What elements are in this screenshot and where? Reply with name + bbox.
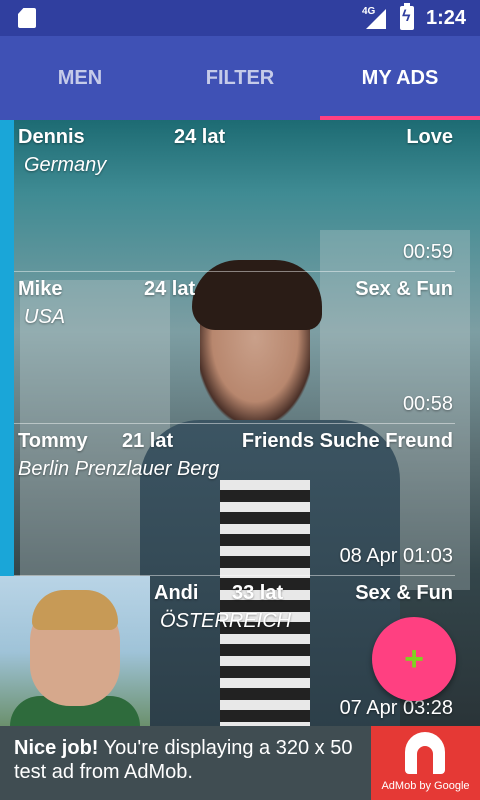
ad-category: Friends Suche Freund xyxy=(241,430,453,452)
status-bar: 4G 1:24 xyxy=(0,0,480,36)
battery-icon xyxy=(400,3,414,30)
tab-filter[interactable]: FILTER xyxy=(160,36,320,120)
ad-time: 07 Apr 03:28 xyxy=(339,697,453,719)
ad-row[interactable]: Tommy 21 lat Friends Suche Freund Berlin… xyxy=(0,424,455,576)
admob-logo-label: AdMob by Google xyxy=(381,780,470,792)
ad-category: Love xyxy=(406,126,453,148)
admob-icon xyxy=(405,732,445,774)
plus-icon: + xyxy=(404,639,424,678)
row-accent-bar xyxy=(0,272,14,424)
avatar xyxy=(0,576,150,726)
ad-name: Mike xyxy=(18,278,63,300)
ad-location: USA xyxy=(24,306,66,328)
network-type: 4G xyxy=(362,6,376,17)
ad-location: Berlin Prenzlauer Berg xyxy=(18,458,220,480)
ad-row[interactable]: Dennis 24 lat Love Germany 00:59 xyxy=(0,120,455,272)
add-ad-button[interactable]: + xyxy=(372,617,456,701)
ad-name: Andi xyxy=(154,582,199,604)
row-accent-bar xyxy=(0,120,14,272)
tab-men[interactable]: MEN xyxy=(0,36,160,120)
avatar-hair xyxy=(32,590,118,630)
ad-age: 24 lat xyxy=(174,126,226,148)
ad-age: 33 lat xyxy=(232,582,284,604)
ad-banner-text: Nice job! You're displaying a 320 x 50 t… xyxy=(14,736,364,784)
ad-time: 00:58 xyxy=(402,393,453,415)
row-accent-bar xyxy=(0,424,14,576)
ad-location: Germany xyxy=(24,154,107,176)
clock: 1:24 xyxy=(426,7,467,29)
ad-age: 21 lat xyxy=(122,430,174,452)
ad-location: ÖSTERREICH xyxy=(160,610,292,632)
ad-name: Dennis xyxy=(18,126,85,148)
ad-banner-bold: Nice job! xyxy=(14,737,99,759)
ad-banner[interactable]: Nice job! You're displaying a 320 x 50 t… xyxy=(0,726,480,800)
ad-row[interactable]: Mike 24 lat Sex & Fun USA 00:58 xyxy=(0,272,455,424)
ad-category: Sex & Fun xyxy=(355,278,453,300)
ad-name: Tommy xyxy=(18,430,88,452)
tab-my-ads[interactable]: MY ADS xyxy=(320,36,480,120)
ad-category: Sex & Fun xyxy=(355,582,453,604)
ad-time: 08 Apr 01:03 xyxy=(339,545,453,567)
admob-logo[interactable]: AdMob by Google xyxy=(371,726,480,800)
tab-bar: MEN FILTER MY ADS xyxy=(0,36,480,120)
ad-age: 24 lat xyxy=(144,278,196,300)
sd-card-icon xyxy=(18,8,36,28)
ad-time: 00:59 xyxy=(402,241,453,263)
